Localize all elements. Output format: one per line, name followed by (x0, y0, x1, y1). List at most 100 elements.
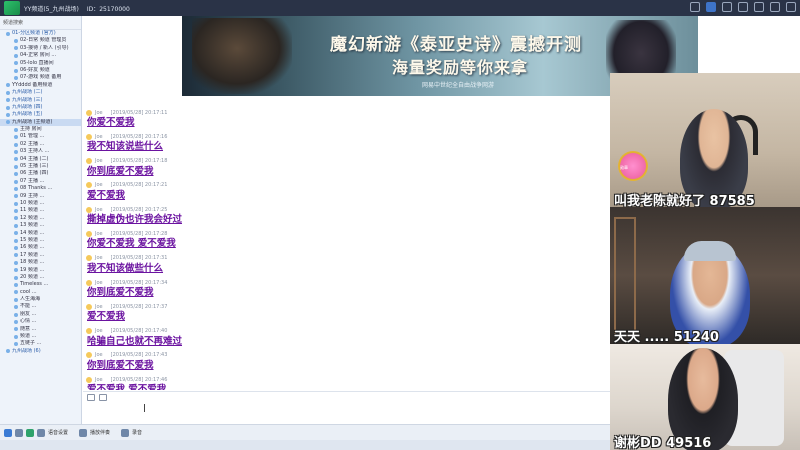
record-icon[interactable] (121, 428, 130, 437)
tree-item[interactable]: 心情 ... (0, 318, 81, 325)
webcam-feed-3[interactable]: 谢彬DD 49516 (610, 344, 800, 450)
gift-icon[interactable] (738, 2, 748, 12)
tree-item[interactable]: 04 主播 (二) (0, 156, 81, 163)
tree-item[interactable]: cool ... (0, 289, 81, 296)
tree-item[interactable]: 14 频道 ... (0, 230, 81, 237)
message-meta: Joe [2019/05/28] 20:17:18 (86, 157, 610, 166)
tree-item[interactable]: 主持 房间 (0, 126, 81, 133)
sender-avatar-icon[interactable] (86, 158, 92, 165)
tree-item[interactable]: 06-好友 频道 (0, 67, 81, 74)
sender-name[interactable]: Joe (95, 182, 103, 188)
sender-avatar-icon[interactable] (86, 328, 92, 335)
sender-avatar-icon[interactable] (86, 352, 92, 359)
sender-avatar-icon[interactable] (86, 230, 92, 237)
sender-avatar-icon[interactable] (86, 182, 92, 189)
chat-message: Joe [2019/05/28] 20:17:11 你爱不爱我 (83, 108, 610, 132)
tree-item[interactable]: 随意 ... (0, 326, 81, 333)
tree-item[interactable]: 07-游戏 频道 备用 (0, 74, 81, 81)
sender-name[interactable]: Joe (95, 207, 103, 213)
tree-item[interactable]: 20 频道 ... (0, 274, 81, 281)
minimize-icon[interactable] (754, 2, 764, 12)
tree-item[interactable]: 朋友 ... (0, 311, 81, 318)
tree-item[interactable]: 频道 ... (0, 333, 81, 340)
emoji-icon[interactable] (87, 394, 95, 401)
message-meta: Joe [2019/05/28] 20:17:21 (86, 181, 610, 190)
tree-item-label: 心情 ... (20, 318, 37, 325)
chat-message: Joe [2019/05/28] 20:17:16 我不知该说些什么 (83, 132, 610, 156)
menu-icon[interactable] (690, 2, 700, 12)
maximize-icon[interactable] (770, 2, 780, 12)
tree-item[interactable]: YYdddd 备用频道 (0, 82, 81, 89)
tree-item[interactable]: 16 频道 ... (0, 244, 81, 251)
tree-item-label: 九州战场 (二) (12, 89, 43, 96)
tree-item[interactable]: 人生海海 (0, 296, 81, 303)
tree-item[interactable]: 12 频道 ... (0, 215, 81, 222)
home-icon[interactable] (706, 2, 716, 12)
record-button[interactable]: 录音 (132, 429, 142, 436)
tree-item[interactable]: 01 管理 ... (0, 133, 81, 140)
sender-name[interactable]: Joe (95, 280, 103, 286)
sender-avatar-icon[interactable] (86, 206, 92, 213)
sender-avatar-icon[interactable] (86, 279, 92, 286)
tree-item[interactable]: 05-lolo 直播间 (0, 60, 81, 67)
play-accompaniment-button[interactable]: 播放伴奏 (90, 429, 110, 436)
channel-icon (14, 172, 18, 177)
tree-item[interactable]: 01-分区频道 (官方) (0, 30, 81, 37)
chat-panel[interactable]: Joe [2019/05/28] 20:17:11 你爱不爱我 Joe [2019/05… (83, 108, 610, 390)
mic-icon[interactable] (15, 428, 23, 437)
sender-avatar-icon[interactable] (86, 376, 92, 383)
speaker-icon[interactable] (26, 428, 34, 437)
start-icon[interactable] (4, 428, 12, 437)
tree-item[interactable]: 13 频道 ... (0, 222, 81, 229)
sender-name[interactable]: Joe (95, 110, 103, 116)
message-time: [2019/05/28] 20:17:21 (110, 182, 168, 189)
settings-icon[interactable] (37, 428, 45, 437)
tree-item[interactable]: 19 频道 ... (0, 267, 81, 274)
webcam-feed-2[interactable]: 天天 ..... 51240 (610, 207, 800, 344)
tree-item[interactable]: 04-正常 房间 ... (0, 52, 81, 59)
tree-item[interactable]: 03-接待 / 新人 (引导) (0, 45, 81, 52)
tree-item[interactable]: 06 主播 (四) (0, 170, 81, 177)
tree-item[interactable]: 03 主持人 ... (0, 148, 81, 155)
tree-item[interactable]: 九州战场 (主频道) (0, 118, 81, 127)
tree-item[interactable]: Timeless ... (0, 281, 81, 288)
sender-name[interactable]: Joe (95, 158, 103, 164)
game-icon[interactable] (722, 2, 732, 12)
sender-name[interactable]: Joe (95, 304, 103, 310)
sender-avatar-icon[interactable] (86, 303, 92, 310)
font-icon[interactable] (99, 394, 107, 401)
music-icon[interactable] (79, 428, 88, 437)
sender-name[interactable]: Joe (95, 328, 103, 334)
sender-name[interactable]: Joe (95, 255, 103, 261)
tree-item[interactable]: 09 主持 ... (0, 193, 81, 200)
tree-item[interactable]: 九州战场 (6) (0, 348, 81, 355)
tree-item[interactable]: 02-日常 频道 管理员 (0, 37, 81, 44)
sender-avatar-icon[interactable] (86, 109, 92, 116)
voice-settings-button[interactable]: 语音设置 (48, 429, 68, 436)
sender-avatar-icon[interactable] (86, 133, 92, 140)
sender-name[interactable]: Joe (95, 134, 103, 140)
sender-avatar-icon[interactable] (86, 255, 92, 262)
tree-item[interactable]: 08 Thanks ... (0, 185, 81, 192)
webcam-feed-1[interactable]: 勋章 叫我老陈就好了 87585 (610, 73, 800, 207)
tree-item[interactable]: 11 频道 ... (0, 207, 81, 214)
tree-item[interactable]: 五链子 ... (0, 340, 81, 347)
tree-item[interactable]: 18 频道 ... (0, 259, 81, 266)
tree-header[interactable]: 频道搜索 (0, 16, 81, 30)
webcam-label: 天天 ..... 51240 (614, 330, 719, 344)
sender-name[interactable]: Joe (95, 377, 103, 383)
tree-item[interactable]: 九州战场 (四) (0, 104, 81, 111)
tree-item[interactable]: 07 主播 ... (0, 178, 81, 185)
tree-item[interactable]: 不能 ... (0, 303, 81, 310)
close-icon[interactable] (786, 2, 796, 12)
tree-item[interactable]: 九州战场 (五) (0, 111, 81, 118)
tree-item[interactable]: 九州战场 (二) (0, 89, 81, 96)
tree-item[interactable]: 17 频道 ... (0, 252, 81, 259)
tree-item[interactable]: 15 频道 ... (0, 237, 81, 244)
sender-name[interactable]: Joe (95, 231, 103, 237)
tree-item[interactable]: 九州战场 (三) (0, 97, 81, 104)
sender-name[interactable]: Joe (95, 352, 103, 358)
tree-item[interactable]: 10 频道 ... (0, 200, 81, 207)
tree-item[interactable]: 05 主播 (三) (0, 163, 81, 170)
tree-item[interactable]: 02 主播 ... (0, 141, 81, 148)
